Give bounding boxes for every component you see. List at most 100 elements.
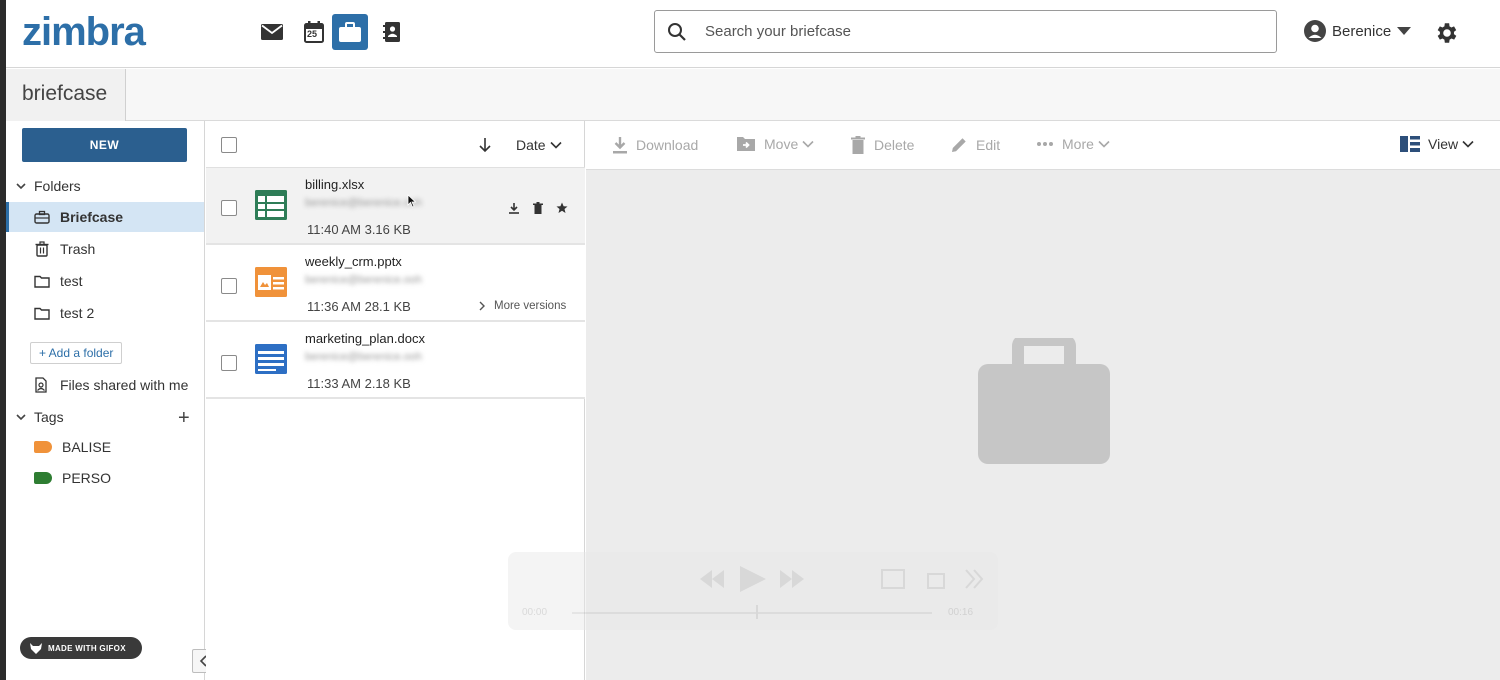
file-meta: 11:40 AM 3.16 KB — [307, 222, 411, 237]
file-time: 11:33 AM — [307, 376, 361, 391]
tab-briefcase[interactable]: briefcase — [6, 69, 126, 121]
move-label: Move — [764, 136, 799, 152]
chevron-down-icon — [550, 141, 562, 149]
preview-toolbar: Download Move Delete Edit More View — [586, 121, 1500, 170]
file-time: 11:36 AM — [307, 299, 361, 314]
file-time: 11:40 AM — [307, 222, 361, 237]
rewind-icon — [700, 570, 724, 588]
tag-item-balise[interactable]: BALISE — [6, 432, 204, 462]
file-name[interactable]: billing.xlsx — [305, 177, 364, 192]
file-owner: berenice@berenice.ooh — [305, 274, 422, 286]
file-row[interactable]: weekly_crm.pptx berenice@berenice.ooh 11… — [206, 245, 585, 322]
mail-icon[interactable] — [254, 14, 290, 50]
shared-files-icon — [35, 377, 47, 393]
folder-move-icon — [737, 137, 755, 151]
file-owner: berenice@berenice.ooh — [305, 351, 422, 363]
calendar-day: 25 — [307, 29, 318, 39]
search-input[interactable] — [705, 23, 1245, 40]
file-meta: 11:33 AM 2.18 KB — [307, 376, 411, 391]
sort-direction-icon[interactable] — [478, 137, 492, 153]
view-layout-icon — [1400, 136, 1420, 152]
add-folder-button[interactable]: + Add a folder — [30, 342, 123, 364]
sidebar-item-test-2[interactable]: test 2 — [6, 298, 204, 328]
fox-icon — [30, 643, 42, 654]
tag-label: PERSO — [62, 470, 112, 486]
ellipsis-icon — [1037, 142, 1053, 146]
delete-label: Delete — [874, 137, 915, 153]
player-track — [572, 612, 932, 614]
more-button[interactable]: More — [1036, 136, 1110, 152]
list-header: Date — [206, 121, 585, 168]
gifox-label: MADE WITH GIFOX — [48, 643, 126, 653]
player-controls — [700, 566, 984, 592]
sidebar-item-shared[interactable]: Files shared with me — [6, 370, 204, 400]
briefcase-icon — [34, 210, 50, 224]
folders-header[interactable]: Folders — [16, 178, 81, 194]
download-icon[interactable] — [508, 202, 520, 214]
file-name[interactable]: marketing_plan.docx — [305, 331, 425, 346]
briefcase-placeholder-icon — [978, 338, 1110, 464]
folder-icon — [34, 275, 50, 288]
move-button[interactable]: Move — [736, 136, 814, 152]
trash-icon — [35, 241, 49, 257]
file-row[interactable]: marketing_plan.docx berenice@berenice.oo… — [206, 322, 585, 399]
row-checkbox[interactable] — [221, 355, 237, 371]
player-time-end: 00:16 — [948, 607, 974, 618]
trash-icon — [851, 136, 865, 154]
view-dropdown[interactable]: View — [1400, 136, 1474, 152]
download-label: Download — [636, 137, 699, 153]
new-button[interactable]: NEW — [22, 128, 187, 162]
skip-icon — [965, 569, 984, 589]
search-icon — [668, 22, 686, 41]
user-menu[interactable]: Berenice — [1304, 20, 1412, 42]
briefcase-app-icon[interactable] — [332, 14, 368, 50]
sort-field-dropdown[interactable]: Date — [516, 137, 562, 153]
trash-icon[interactable] — [532, 202, 544, 214]
caret-down-icon — [1397, 27, 1412, 35]
delete-button[interactable]: Delete — [850, 136, 914, 154]
folder-icon — [34, 307, 50, 320]
top-bar: zimbra 25 Berenice — [6, 0, 1500, 68]
star-icon[interactable] — [556, 202, 568, 214]
chevron-right-icon — [479, 301, 485, 311]
player-time-start: 00:00 — [522, 607, 548, 618]
sidebar: NEW Folders Briefcase Trash test test 2 … — [6, 121, 216, 680]
document-icon — [255, 344, 287, 374]
avatar-icon — [1304, 20, 1326, 42]
user-name: Berenice — [1332, 22, 1392, 40]
select-all-checkbox[interactable] — [221, 137, 237, 153]
tag-label: BALISE — [62, 439, 112, 455]
add-tag-icon[interactable]: + — [178, 407, 190, 430]
file-name[interactable]: weekly_crm.pptx — [305, 254, 402, 269]
more-versions-label: More versions — [494, 300, 567, 312]
file-meta: 11:36 AM 28.1 KB — [307, 299, 411, 314]
zimbra-logo[interactable]: zimbra — [22, 10, 146, 55]
file-size: 28.1 KB — [364, 299, 411, 314]
calendar-icon[interactable]: 25 — [296, 14, 332, 50]
tag-icon — [34, 472, 52, 484]
fast-forward-icon — [780, 570, 804, 588]
tags-header[interactable]: Tags — [16, 409, 64, 425]
edit-button[interactable]: Edit — [950, 136, 1000, 154]
more-versions-link[interactable]: More versions — [478, 300, 566, 312]
gifox-badge: MADE WITH GIFOX — [20, 637, 142, 659]
contacts-icon[interactable] — [374, 14, 410, 50]
row-actions — [508, 202, 568, 214]
tags-label: Tags — [34, 409, 64, 425]
tag-icon — [34, 441, 52, 453]
file-size: 3.16 KB — [364, 222, 411, 237]
sidebar-item-trash[interactable]: Trash — [6, 234, 204, 264]
app-tab-band: briefcase — [6, 69, 1500, 121]
file-row[interactable]: billing.xlsx berenice@berenice.ooh 11:40… — [206, 168, 585, 245]
sidebar-item-test[interactable]: test — [6, 266, 204, 296]
search-box[interactable] — [654, 10, 1277, 53]
row-checkbox[interactable] — [221, 278, 237, 294]
more-label: More — [1062, 136, 1094, 152]
row-checkbox[interactable] — [221, 200, 237, 216]
sidebar-item-briefcase[interactable]: Briefcase — [6, 202, 204, 232]
download-button[interactable]: Download — [612, 136, 698, 154]
share-icon — [927, 573, 945, 589]
sidebar-item-label: test — [60, 273, 83, 289]
gear-icon[interactable] — [1434, 20, 1460, 46]
tag-item-perso[interactable]: PERSO — [6, 463, 204, 493]
